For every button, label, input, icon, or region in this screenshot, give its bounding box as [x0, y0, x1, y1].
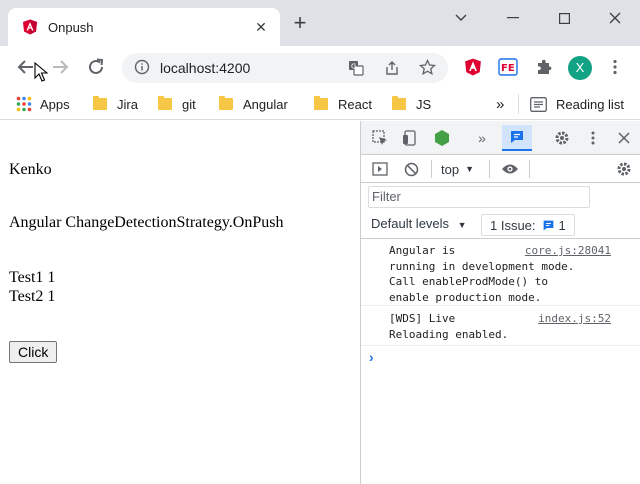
new-tab-icon[interactable]: +	[288, 12, 312, 36]
close-window-icon[interactable]	[598, 6, 632, 30]
clear-console-icon[interactable]	[400, 158, 422, 180]
folder-icon	[219, 96, 233, 110]
extensions-puzzle-icon[interactable]	[533, 56, 555, 78]
bookmarks-divider	[518, 94, 519, 114]
console-message-icon	[509, 129, 525, 145]
test-line: Test2 1	[9, 288, 56, 305]
page-subtitle: Angular ChangeDetectionStrategy.OnPush	[9, 214, 284, 231]
log-source-link[interactable]: index.js:52	[538, 311, 611, 327]
click-button[interactable]: Click	[9, 341, 58, 363]
show-sidebar-icon[interactable]	[369, 158, 391, 180]
browser-toolbar: localhost:4200 G FE X	[0, 46, 640, 88]
bookmark-jira[interactable]: Jira	[93, 94, 138, 114]
browser-tab[interactable]: Onpush ✕	[8, 8, 280, 46]
apps-grid-icon	[16, 96, 32, 112]
more-tabs-chevron[interactable]: »	[471, 127, 493, 149]
translate-icon[interactable]: G	[348, 60, 364, 79]
bookmark-apps[interactable]: Apps	[16, 94, 70, 114]
maximize-icon[interactable]	[547, 6, 581, 30]
context-label: top	[441, 161, 460, 177]
bookmark-angular[interactable]: Angular	[219, 94, 288, 114]
log-message: [WDS] Live Reloading enabled.	[389, 312, 509, 341]
console-log-entry: Angular is running in development mode. …	[361, 240, 640, 306]
inspect-element-icon[interactable]	[369, 127, 391, 149]
console-tab[interactable]	[502, 125, 532, 151]
forward-arrow-icon[interactable]	[48, 55, 72, 79]
folder-icon	[93, 96, 107, 110]
filter-input[interactable]: Filter	[368, 186, 590, 208]
svg-text:FE: FE	[501, 63, 515, 74]
folder-icon	[314, 96, 328, 110]
bookmark-git[interactable]: git	[158, 94, 196, 114]
bookmark-label: git	[182, 96, 196, 112]
page-heading: Kenko	[9, 161, 52, 178]
tab-strip: Onpush ✕ +	[0, 0, 640, 46]
angular-favicon-icon	[22, 19, 38, 35]
reload-icon[interactable]	[84, 55, 108, 79]
toolbar-divider	[431, 160, 432, 178]
devtools-panel: » top ▼ Filter Default levels ▼ 1 Issue:…	[360, 121, 640, 484]
device-toolbar-icon[interactable]	[399, 127, 421, 149]
share-icon[interactable]	[384, 60, 400, 79]
console-prompt[interactable]: ›	[369, 349, 374, 365]
issues-button[interactable]: 1 Issue: 1	[481, 214, 575, 236]
issues-label: 1 Issue:	[490, 217, 536, 233]
profile-avatar[interactable]: X	[568, 56, 592, 80]
browser-menu-icon[interactable]	[604, 56, 626, 78]
devtools-tab-bar: »	[361, 121, 640, 155]
reading-list-button[interactable]: Reading list	[530, 94, 624, 114]
levels-label: Default levels	[371, 216, 450, 231]
log-source-link[interactable]: core.js:28041	[525, 243, 611, 259]
toolbar-divider	[529, 160, 530, 178]
live-expression-eye-icon[interactable]	[499, 158, 521, 180]
bookmark-label: JS	[416, 96, 432, 112]
tab-title: Onpush	[48, 19, 94, 35]
folder-icon	[392, 96, 406, 110]
reading-list-icon	[530, 96, 547, 112]
bookmark-label: Apps	[40, 96, 70, 112]
close-tab-icon[interactable]: ✕	[252, 18, 270, 36]
test-line: Test1 1	[9, 269, 56, 286]
bookmark-label: Jira	[117, 96, 138, 112]
default-levels-dropdown[interactable]: Default levels ▼	[371, 216, 467, 231]
filter-row: Filter	[361, 183, 640, 211]
issues-count: 1	[558, 217, 566, 233]
bookmark-label: Angular	[243, 96, 288, 112]
minimize-icon[interactable]	[496, 6, 530, 30]
info-icon[interactable]	[134, 59, 150, 78]
close-devtools-icon[interactable]	[613, 127, 635, 149]
toolbar-divider	[489, 160, 490, 178]
address-bar[interactable]: localhost:4200 G	[122, 53, 448, 83]
context-selector[interactable]: top ▼	[441, 160, 474, 178]
bookmarks-bar: Apps Jira git Angular React JS » Reading…	[0, 88, 640, 120]
bookmark-js[interactable]: JS	[392, 94, 431, 114]
page-viewport: Kenko Angular ChangeDetectionStrategy.On…	[0, 121, 360, 484]
bookmark-react[interactable]: React	[314, 94, 372, 114]
dropdown-triangle-icon: ▼	[465, 164, 474, 174]
levels-row: Default levels ▼ 1 Issue: 1	[361, 211, 640, 239]
svg-text:G: G	[351, 63, 356, 71]
angular-devtools-extension-icon[interactable]	[462, 56, 484, 78]
frontend-extension-icon[interactable]: FE	[497, 56, 519, 78]
console-settings-gear-icon[interactable]	[613, 158, 635, 180]
url-text: localhost:4200	[160, 60, 251, 76]
console-log-entry: [WDS] Live Reloading enabled. index.js:5…	[361, 307, 640, 346]
dropdown-triangle-icon: ▼	[457, 220, 467, 230]
bookmark-label: React	[338, 96, 372, 112]
settings-gear-icon[interactable]	[551, 127, 573, 149]
console-toolbar: top ▼	[361, 155, 640, 183]
folder-icon	[158, 96, 172, 110]
devtools-menu-icon[interactable]	[582, 127, 604, 149]
reading-list-label: Reading list	[556, 96, 624, 112]
node-hexagon-icon[interactable]	[431, 127, 453, 149]
issue-message-icon	[542, 219, 555, 232]
bookmark-star-icon[interactable]	[418, 58, 437, 79]
bookmarks-overflow-button[interactable]: »	[496, 94, 504, 114]
tab-search-icon[interactable]	[444, 6, 478, 30]
